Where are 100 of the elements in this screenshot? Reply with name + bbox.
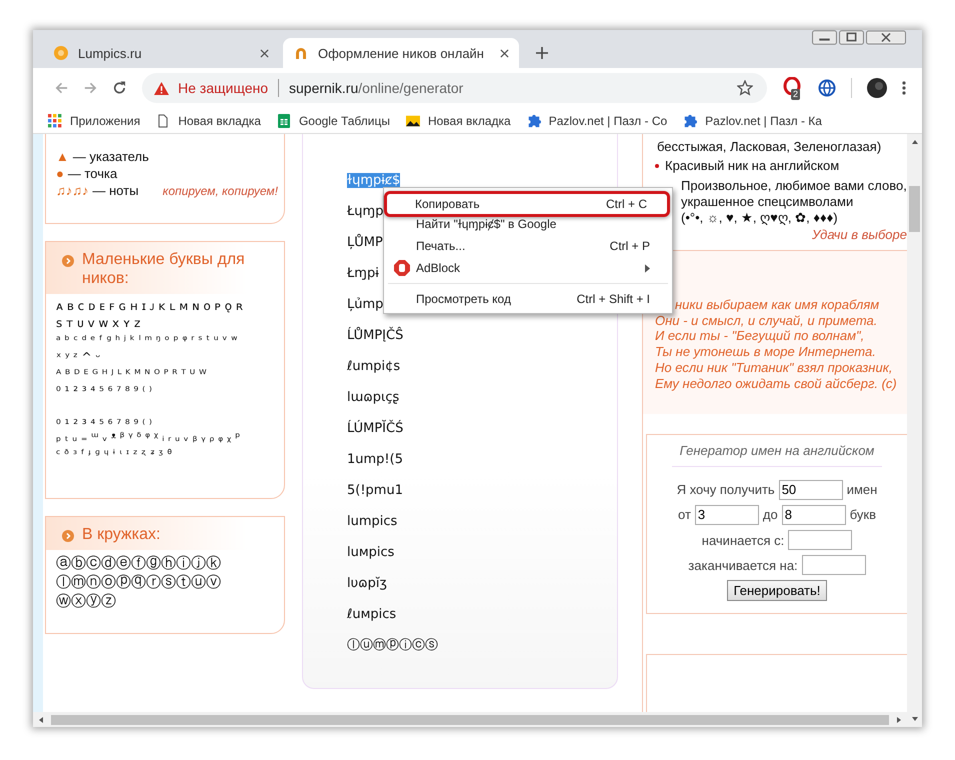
- menu-item[interactable]: AdBlock: [388, 257, 668, 279]
- globe-icon[interactable]: [818, 79, 836, 97]
- new-tab-icon[interactable]: [535, 46, 549, 60]
- bullet-icon: [62, 255, 74, 267]
- bullet-icon: [62, 530, 74, 542]
- symbol-glyph: ●: [56, 166, 64, 181]
- field-label: букв: [850, 507, 876, 522]
- nick-text: ⓛⓤⓜⓟⓘⓒⓢ: [347, 638, 438, 653]
- scroll-left-icon[interactable]: [37, 716, 45, 724]
- wish-text: Удачи в выборе: [810, 226, 907, 244]
- extension-badge: 2: [791, 89, 800, 100]
- bookmark[interactable]: Новая вкладка: [406, 114, 511, 128]
- puzzle-icon: [683, 114, 698, 128]
- card-title: В кружках:: [82, 525, 160, 544]
- text-line: бесстыжая, Ласковая, Зеленоглазая): [657, 138, 882, 155]
- symbol-label: — ноты: [92, 183, 139, 198]
- letters-line: ₚ ₜ ᵤ ₌ ᵚ ᵥ ᵜ ᵝ ᵞ ᵟ ᵠ ᵡ ᵢ ᵣ ᵤ ᵥ ᵦ ᵧ ᵨ ᵩ ᵪ ᵖ: [56, 429, 242, 446]
- count-field[interactable]: 50: [778, 480, 843, 500]
- text-line: украшенное спецсимволами: [680, 194, 854, 210]
- generate-button[interactable]: Генерировать!: [726, 580, 828, 601]
- stop-hand-icon: [394, 260, 410, 276]
- letters-line: ᴬ ᴮ ᴰ ᴱ ᴳ ᴴ ᴶ ᴸ ᴷ ᴹ ᴺ ᴼ ᴾ ᴿ ᵀ ᵁ ᵂ: [56, 366, 208, 383]
- image-icon: [406, 114, 420, 128]
- close-icon[interactable]: [866, 30, 906, 45]
- nick-text: 5(!pmu1: [347, 483, 403, 498]
- starts-with-field[interactable]: [788, 530, 852, 550]
- bookmark[interactable]: Pazlov.net | Пазл - Co: [526, 114, 668, 128]
- letters-line: ꜱ ᴛ ᴜ ᴠ ᴡ x ʏ ᴢ: [56, 315, 142, 332]
- arch-icon: [293, 45, 309, 61]
- warning-icon: [154, 82, 169, 94]
- star-icon[interactable]: [737, 80, 753, 96]
- bookmark[interactable]: Новая вкладка: [156, 114, 261, 128]
- nick-text: 1ump!(5: [347, 452, 403, 467]
- nick-text: ĻŮMP: [347, 235, 383, 250]
- scrollbar-thumb[interactable]: [51, 714, 889, 724]
- submenu-arrow-icon: [645, 264, 650, 272]
- menu-item[interactable]: Просмотреть код Ctrl + Shift + I: [388, 288, 668, 310]
- security-label: Не защищено: [178, 80, 268, 96]
- nick-text: Łɥɱp: [347, 204, 384, 219]
- apps-grid-icon: [48, 114, 62, 128]
- nick-text: ĹÚMPĬČŚ: [347, 421, 404, 436]
- nick-text: lυɷpĭʒ: [347, 576, 387, 591]
- max-length-field[interactable]: 8: [782, 504, 846, 525]
- close-icon[interactable]: [260, 48, 269, 58]
- poem-line: ники выбираем как имя кораблям: [674, 297, 880, 313]
- nick-text: Łɱpɨ: [347, 266, 379, 281]
- scroll-right-icon[interactable]: [895, 716, 903, 724]
- address-bar[interactable]: Не защищено supernik.ru/online/generator: [142, 73, 767, 103]
- scroll-up-icon[interactable]: [910, 138, 918, 146]
- generator-title: Генератор имен на английском: [672, 443, 882, 467]
- scroll-down-icon[interactable]: [910, 715, 918, 723]
- poem-line: Ему недолго ожидать свой айсберг. (с): [655, 376, 898, 392]
- list-item: Красивый ник на английском: [665, 157, 840, 174]
- letters-line: ˣ ʸ ᶻ ^ ᵕ: [56, 349, 102, 366]
- letters-line: ᴀ ʙ ᴄ ᴅ ᴇ ꜰ ɢ ʜ ɪ ᴊ ᴋ ʟ ᴍ ɴ ᴏ ᴘ ǫ ʀ: [56, 298, 244, 315]
- field-label: Я хочу получить: [676, 482, 775, 498]
- card-title: Маленькие буквы для ников:: [82, 250, 246, 288]
- nick-text: lɯɷpɩçʂ: [347, 390, 400, 405]
- field-label: до: [762, 507, 778, 522]
- poem-line: И если ты - "Бегущий по волнам",: [655, 328, 866, 344]
- bookmark[interactable]: Приложения: [48, 114, 140, 128]
- field-label: заканчивается на:: [688, 558, 798, 573]
- nick-text: luмpics: [347, 545, 394, 560]
- bookmark[interactable]: Google Таблицы: [276, 114, 390, 128]
- ends-with-field[interactable]: [802, 555, 866, 576]
- poem-line: Но если ник "Титаник" взял проказник,: [655, 360, 894, 376]
- nick-text: ɫɥɱpɨȼ$: [347, 173, 400, 188]
- menu-icon[interactable]: [901, 79, 907, 97]
- field-label: имен: [846, 482, 878, 498]
- maximize-icon[interactable]: [839, 30, 864, 45]
- menu-item[interactable]: Копировать Ctrl + C: [384, 191, 670, 217]
- symbol-label: — точка: [68, 166, 118, 181]
- letters-line: ⓐⓑⓒⓓⓔⓕⓖⓗⓘⓙⓚ: [56, 554, 222, 573]
- avatar-icon[interactable]: [867, 78, 887, 98]
- close-icon[interactable]: [500, 48, 509, 58]
- menu-item[interactable]: Печать... Ctrl + P: [388, 235, 668, 257]
- minimize-icon[interactable]: [812, 30, 837, 45]
- letters-line: ⁰ ¹ ² ³ ⁴ ⁵ ⁶ ⁷ ⁸ ⁹ ⁽ ⁾: [56, 383, 153, 400]
- letters-line: ᵃ ᵇ ᶜ ᵈ ᵉ ᶠ ᵍ ʰ ʲ ᵏ ˡ ᵐ ᵑ ᵒ ᵖ ᵠ ʳ ˢ ᵗ ᵘ ᵛ ʷ: [56, 332, 238, 349]
- nick-text: lumpics: [347, 514, 398, 529]
- horizontal-scrollbar[interactable]: [33, 712, 907, 727]
- text-line: (•°•, ☼, ♥, ★, ღ♥ღ, ✿, ♦♦♦): [680, 210, 839, 226]
- spreadsheet-icon: [276, 114, 291, 128]
- field-label: от: [678, 507, 691, 522]
- scrollbar-thumb[interactable]: [909, 186, 920, 232]
- field-label: начинается с:: [702, 532, 784, 548]
- symbol-glyph: ♫♪♫♪: [56, 183, 88, 198]
- letters-line: ₀ ₁ ₂ ₃ ₄ ₅ ₆ ₇ ₈ ₉ ₍ ₎: [56, 412, 153, 429]
- logo-icon: [53, 45, 69, 61]
- nick-text: ℓumpi¢s: [347, 359, 400, 374]
- vertical-scrollbar[interactable]: [907, 134, 922, 727]
- bookmark[interactable]: Pazlov.net | Пазл - Ка: [683, 114, 822, 128]
- min-length-field[interactable]: 3: [694, 504, 759, 525]
- browser-tab[interactable]: Оформление ников онлайн: [283, 38, 519, 68]
- letters-line: ⓦⓧⓨⓩ: [56, 592, 117, 611]
- nick-text: ℓuмpics: [347, 607, 396, 622]
- symbol-glyph: ▲: [56, 149, 69, 164]
- letters-line: ᶜ ᶞ ᶟ ᶠ ᶡ ᶢ ᶣ ᶤ ᶥ ᶦ ᶻ ᶼ ᶽ ᶾ ᶿ: [56, 446, 174, 463]
- page-icon: [156, 114, 170, 128]
- browser-tab[interactable]: Lumpics.ru: [43, 38, 279, 68]
